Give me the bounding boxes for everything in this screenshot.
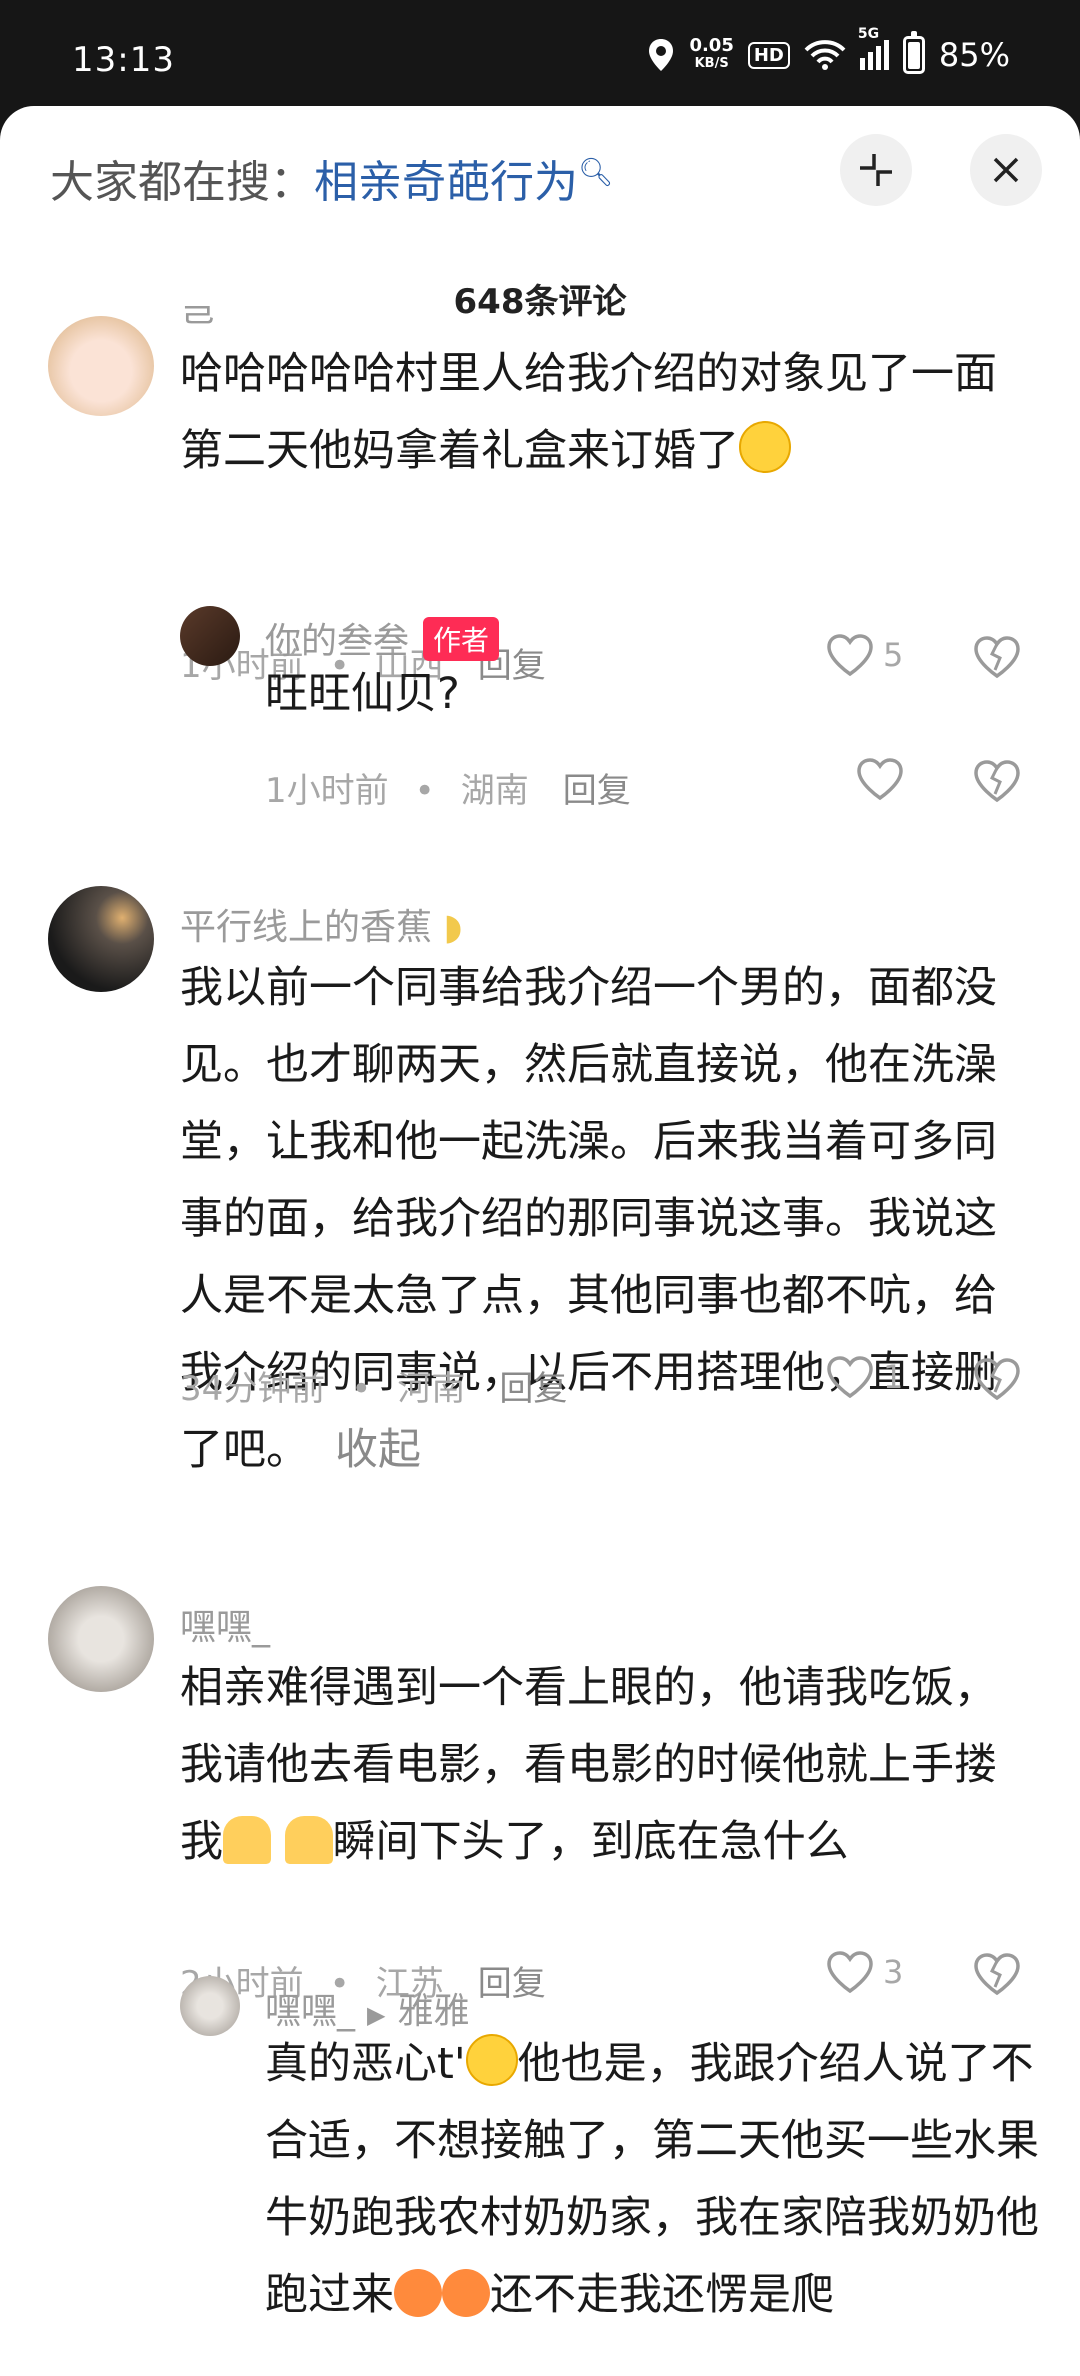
comment-meta: 34分钟前 • 河南 回复 <box>180 1369 568 1409</box>
battery-percent: 85% <box>938 36 1010 74</box>
like-count: 1 <box>883 1358 904 1396</box>
broken-heart-icon <box>974 1953 1020 1996</box>
shy-emoji-icon <box>284 1816 333 1864</box>
hd-icon: HD <box>747 41 790 69</box>
banana-emoji-icon: ◗ <box>432 907 463 948</box>
angry-emoji-icon <box>394 2269 442 2317</box>
reply-meta: 1小时前 • 湖南 回复 <box>265 771 631 811</box>
collapse-button[interactable]: 收起 <box>335 1425 421 1475</box>
heart-icon <box>857 758 903 801</box>
search-prefix: 大家都在搜： <box>50 157 314 208</box>
crying-emoji-icon <box>739 421 791 473</box>
comment-region: 湖南 <box>460 771 529 811</box>
heart-icon <box>827 1951 873 1994</box>
close-icon <box>993 157 1019 183</box>
avatar[interactable] <box>180 1976 240 2036</box>
comment-item: 忌 哈哈哈哈哈村里人给我介绍的对象见了一面第二天他妈拿着礼盒来订婚了 1小时前•… <box>0 304 1080 686</box>
status-time: 13:13 <box>72 40 175 80</box>
angry-emoji-icon <box>442 2269 490 2317</box>
comment-text: 哈哈哈哈哈村里人给我介绍的对象见了一面第二天他妈拿着礼盒来订婚了 <box>180 349 997 476</box>
dislike-button[interactable] <box>972 758 1022 808</box>
battery-icon <box>902 31 925 74</box>
shy-emoji-icon <box>223 1816 271 1864</box>
reply-button[interactable]: 回复 <box>478 1964 546 2004</box>
heart-icon <box>827 1356 873 1399</box>
comment-text: 相亲难得遇到一个看上眼的，他请我吃饭，我请他去看电影，看电影的时候他就上手搂我 … <box>180 1663 997 1867</box>
comment-username[interactable]: 嘿嘿_ <box>180 1598 270 1650</box>
wifi-icon <box>804 40 846 70</box>
crying-emoji-icon <box>465 2034 518 2086</box>
cellular-signal-icon: 5G <box>858 26 889 70</box>
like-count: 3 <box>883 1953 904 1991</box>
like-button[interactable]: 1 <box>825 1354 903 1400</box>
network-speed: 0.05 KB/S <box>689 35 734 72</box>
status-bar: 13:13 0.05 KB/S HD 5G 85% <box>0 0 1080 110</box>
broken-heart-icon <box>974 760 1020 803</box>
avatar[interactable] <box>48 886 154 992</box>
status-icons: 0.05 KB/S HD 5G 85% <box>647 26 1010 74</box>
comment-time: 34分钟前 <box>180 1369 326 1409</box>
author-badge: 作者 <box>423 617 500 661</box>
collapse-arrows-icon <box>860 154 892 186</box>
avatar[interactable] <box>48 1586 154 1692</box>
search-keyword[interactable]: 相亲奇葩行为 <box>314 157 578 208</box>
dislike-button[interactable] <box>972 1951 1022 2001</box>
location-icon <box>649 39 674 71</box>
comment-region: 河南 <box>397 1369 466 1409</box>
search-icon: 🔍︎ <box>578 155 614 189</box>
reply-text: 真的恶心t' 他也是，我跟介绍人说了不合适，不想接触了，第二天他买一些水果牛奶跑我… <box>265 2026 1045 2334</box>
trending-search[interactable]: 大家都在搜：相亲奇葩行为🔍︎ <box>50 146 614 210</box>
reply-button[interactable]: 回复 <box>499 1369 567 1409</box>
minimize-button[interactable] <box>840 134 912 206</box>
avatar[interactable] <box>48 316 154 416</box>
close-button[interactable] <box>970 134 1042 206</box>
avatar[interactable] <box>180 606 240 666</box>
dislike-button[interactable] <box>972 1356 1022 1406</box>
reply-text: 旺旺仙贝? <box>265 669 460 719</box>
comment-username[interactable]: 平行线上的香蕉 ◗ <box>180 898 462 950</box>
comment-sheet: 大家都在搜：相亲奇葩行为🔍︎ 648条评论 忌 哈哈哈哈哈村里人给我介绍的对象见… <box>0 106 1080 2376</box>
reply-arrow-icon: ▶ <box>367 2001 386 2029</box>
reply-button[interactable]: 回复 <box>563 771 631 811</box>
comment-username[interactable]: 忌 <box>180 304 216 324</box>
broken-heart-icon <box>974 1358 1020 1401</box>
like-button[interactable] <box>855 756 905 802</box>
like-button[interactable]: 3 <box>825 1949 903 1995</box>
comment-time: 1小时前 <box>265 771 389 811</box>
